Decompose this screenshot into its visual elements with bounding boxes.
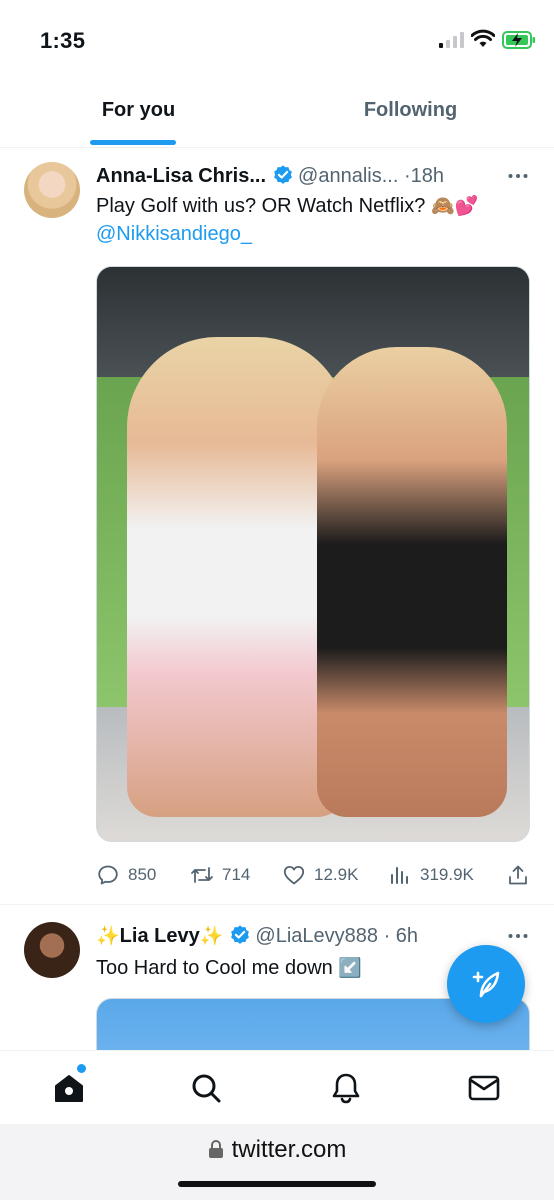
verified-badge-icon	[231, 925, 250, 944]
separator-dot: ·	[403, 165, 411, 187]
name-sparkle-suffix: ✨	[199, 925, 224, 947]
author-handle[interactable]: @LiaLevy888	[255, 925, 378, 947]
like-count: 12.9K	[314, 865, 359, 884]
search-icon[interactable]	[189, 1071, 223, 1105]
messages-icon[interactable]	[467, 1071, 501, 1105]
compose-button[interactable]	[447, 945, 525, 1023]
share-button[interactable]	[506, 860, 538, 890]
share-icon	[509, 865, 527, 885]
tab-for-you[interactable]: For you	[0, 80, 277, 148]
active-tab-indicator	[90, 140, 176, 145]
tweet-body: Too Hard to Cool me down	[96, 957, 333, 979]
reply-button[interactable]: 850	[96, 860, 156, 890]
battery-charging-icon	[502, 31, 535, 49]
author-name[interactable]: Anna-Lisa Chris...	[96, 165, 266, 187]
reply-icon	[98, 865, 118, 885]
cellular-signal-icon	[439, 32, 464, 48]
url-text: twitter.com	[231, 1136, 347, 1163]
tweet-emojis: ↙️	[338, 957, 363, 979]
tweet-header: ✨Lia Levy✨ @LiaLevy888 · 6h	[96, 922, 418, 950]
views-button[interactable]: 319.9K	[388, 860, 474, 890]
author-handle[interactable]: @annalis...	[298, 165, 398, 187]
more-icon[interactable]	[506, 924, 530, 948]
retweet-count: 714	[222, 865, 251, 884]
separator-dot: ·	[383, 925, 391, 947]
url-display[interactable]: twitter.com	[0, 1136, 554, 1164]
tweet-header: Anna-Lisa Chris... @annalis... ·18h	[96, 162, 444, 190]
tweet-body: Play Golf with us? OR Watch Netflix?	[96, 195, 426, 217]
browser-address-bar[interactable]: twitter.com	[0, 1124, 554, 1200]
status-time: 1:35	[40, 28, 86, 53]
avatar[interactable]	[24, 922, 80, 978]
home-indicator	[178, 1181, 376, 1187]
tweet-text: Too Hard to Cool me down ↙️	[96, 954, 362, 982]
like-icon	[283, 866, 305, 885]
notifications-icon[interactable]	[329, 1071, 363, 1105]
tweet-text: Play Golf with us? OR Watch Netflix? 🙈💕 …	[96, 192, 478, 248]
tweet-image[interactable]	[96, 266, 530, 842]
avatar[interactable]	[24, 162, 80, 218]
tweet-age[interactable]: 6h	[396, 925, 418, 947]
tweet[interactable]: Anna-Lisa Chris... @annalis... ·18h Play…	[0, 150, 554, 905]
mention-link[interactable]: @Nikkisandiego_	[96, 223, 252, 245]
tweet-actions: 850 714 12.9K 319.9K	[96, 860, 536, 890]
retweet-icon	[191, 867, 213, 883]
home-icon[interactable]	[52, 1071, 86, 1105]
views-count: 319.9K	[420, 865, 474, 884]
image-person-right	[317, 347, 507, 817]
wifi-icon	[471, 29, 495, 47]
verified-badge-icon	[274, 165, 292, 184]
author-name[interactable]: Lia Levy	[120, 925, 200, 947]
reply-count: 850	[128, 865, 157, 884]
tweet-emojis: 🙈💕	[430, 195, 479, 217]
status-bar: 1:35	[0, 0, 554, 80]
timeline-tabs: For you Following	[0, 80, 554, 148]
image-person-left	[127, 337, 347, 817]
bottom-nav	[0, 1050, 554, 1124]
compose-icon	[472, 971, 500, 998]
more-icon[interactable]	[506, 164, 530, 188]
name-sparkle-prefix: ✨	[96, 925, 120, 947]
lock-icon	[208, 1140, 223, 1158]
like-button[interactable]: 12.9K	[282, 860, 358, 890]
tweet-age[interactable]: 18h	[411, 165, 444, 187]
views-icon	[391, 867, 408, 884]
retweet-button[interactable]: 714	[190, 860, 250, 890]
home-unread-dot	[77, 1064, 86, 1073]
tab-following[interactable]: Following	[272, 80, 549, 148]
